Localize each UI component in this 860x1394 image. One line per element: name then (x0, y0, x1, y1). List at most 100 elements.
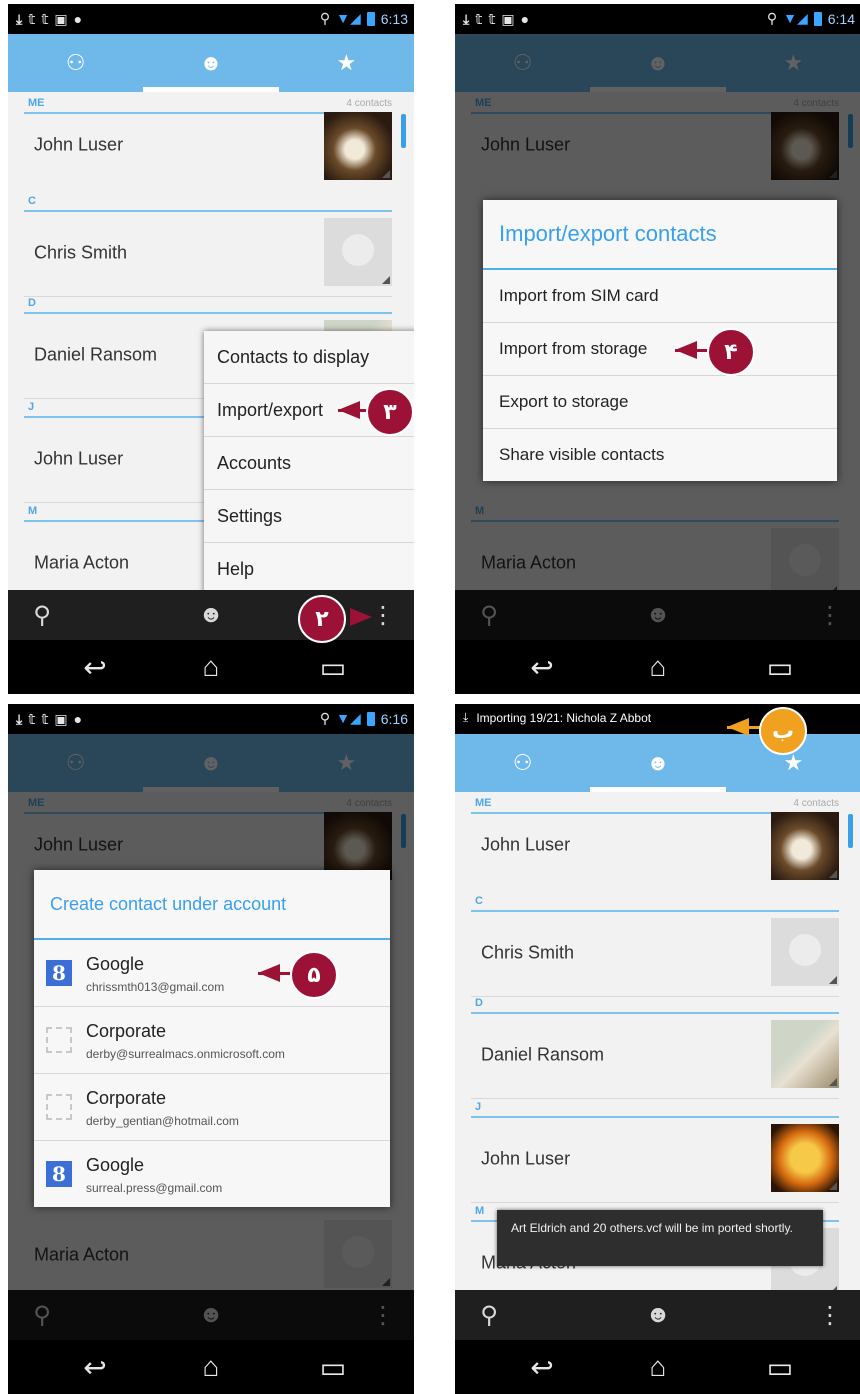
callout-4: ۴ (707, 328, 755, 376)
account-type: Google (86, 1155, 145, 1175)
callout-arrow (338, 401, 360, 419)
add-contact-icon[interactable]: ☻ (628, 1290, 688, 1340)
account-email: surreal.press@gmail.com (86, 1181, 223, 1195)
download-icon: ⤓ (463, 710, 469, 724)
home-icon[interactable]: ⌂ (176, 1340, 246, 1394)
clock: 6:16 (380, 710, 408, 727)
back-icon[interactable]: ↩ (60, 640, 130, 694)
account-dialog: Create contact under account 8 Google ch… (34, 870, 390, 1207)
signal-icon: ⚲ (766, 10, 778, 26)
corporate-icon (46, 1027, 72, 1053)
option-import-storage[interactable]: Import from storage (483, 323, 837, 376)
add-contact-icon[interactable]: ☻ (181, 590, 241, 640)
menu-item-help[interactable]: Help (204, 543, 414, 595)
contact-row[interactable]: John Luser (24, 112, 392, 180)
wifi-icon: ▼◢ (336, 710, 361, 726)
overflow-menu: Contacts to display Import/export Accoun… (204, 331, 414, 595)
section-header-me: ME 4 contacts (471, 792, 839, 814)
signal-icon: ⚲ (319, 710, 331, 726)
account-type: Google (86, 954, 145, 974)
wifi-icon: ▼◢ (336, 10, 361, 26)
callout-arrow (258, 964, 280, 982)
contact-name: Daniel Ransom (481, 1044, 605, 1065)
overflow-menu-icon[interactable]: ⋮ (800, 1290, 860, 1340)
menu-item-settings[interactable]: Settings (204, 490, 414, 543)
search-icon[interactable]: ⚲ (459, 1290, 519, 1340)
account-option-google[interactable]: 8 Google surreal.press@gmail.com (34, 1141, 390, 1207)
contact-row[interactable]: Chris Smith (471, 910, 839, 997)
recent-apps-icon[interactable]: ▭ (745, 1340, 815, 1394)
phone-screen-3: ⤓𝕥𝕥▣● ⚲ ▼◢ 6:16 ⚇ ☻ ★ ME 4 contacts John… (8, 704, 414, 1394)
recent-apps-icon[interactable]: ▭ (298, 640, 368, 694)
section-label: J (475, 1101, 482, 1113)
contact-photo[interactable] (324, 112, 392, 180)
option-share-visible[interactable]: Share visible contacts (483, 429, 837, 481)
tab-all-contacts[interactable]: ☻ (143, 34, 279, 92)
section-header-j: J (471, 1096, 839, 1118)
account-option-corporate[interactable]: Corporate derby_gentian@hotmail.com (34, 1074, 390, 1141)
back-icon[interactable]: ↩ (507, 640, 577, 694)
groups-icon: ⚇ (512, 750, 533, 775)
recent-apps-icon[interactable]: ▭ (298, 1340, 368, 1394)
tab-groups[interactable]: ⚇ (8, 34, 143, 92)
contact-name: Maria Acton (34, 552, 130, 573)
tab-favorites[interactable]: ★ (279, 34, 414, 92)
contact-name: John Luser (481, 1148, 571, 1169)
section-header-d: D (24, 292, 392, 314)
contact-photo[interactable] (771, 918, 839, 986)
notification-icons: ⤓ 𝕥 𝕥 ▣ ● (463, 11, 530, 27)
contact-photo[interactable] (771, 1124, 839, 1192)
contact-row[interactable]: Chris Smith (24, 210, 392, 297)
contact-photo[interactable] (324, 218, 392, 286)
status-right: ⚲ ▼◢ 6:13 (320, 10, 408, 27)
contact-row[interactable]: John Luser (471, 812, 839, 880)
phone-screen-2: ⤓𝕥𝕥▣● ⚲ ▼◢ 6:14 ⚇ ☻ ★ ME 4 contacts John… (455, 4, 860, 694)
contact-row[interactable]: Daniel Ransom (471, 1012, 839, 1099)
callout-arrow (675, 341, 697, 359)
section-header-c: C (24, 190, 392, 212)
back-icon[interactable]: ↩ (507, 1340, 577, 1394)
back-icon[interactable]: ↩ (60, 1340, 130, 1394)
home-icon[interactable]: ⌂ (623, 640, 693, 694)
section-label: M (28, 505, 38, 517)
callout-3: ٣ (366, 388, 414, 436)
battery-icon (366, 11, 375, 26)
option-import-sim[interactable]: Import from SIM card (483, 270, 837, 323)
corporate-icon (46, 1094, 72, 1120)
option-export-storage[interactable]: Export to storage (483, 376, 837, 429)
recent-apps-icon[interactable]: ▭ (745, 640, 815, 694)
status-bar: ⤓ 𝕥 𝕥 ▣ ● ⚲ ▼◢ 6:14 (455, 4, 860, 34)
status-bar: ⤓ 𝕥 𝕥 ▣ ● ⚲ ▼◢ 6:13 (8, 4, 414, 34)
tab-all-contacts[interactable]: ☻ (590, 734, 726, 792)
home-icon[interactable]: ⌂ (623, 1340, 693, 1394)
section-header-c: C (471, 890, 839, 912)
contact-row[interactable]: John Luser (471, 1116, 839, 1203)
account-email: derby_gentian@hotmail.com (86, 1114, 239, 1128)
scroll-indicator[interactable] (848, 814, 853, 848)
callout-2: ٢ (298, 595, 346, 643)
status-right: ⚲ ▼◢ 6:16 (320, 710, 408, 727)
tab-groups[interactable]: ⚇ (455, 734, 590, 792)
section-label: ME (475, 797, 492, 809)
menu-item-contacts-to-display[interactable]: Contacts to display (204, 331, 414, 384)
account-option-corporate[interactable]: Corporate derby@surrealmacs.onmicrosoft.… (34, 1007, 390, 1074)
clock: 6:14 (827, 10, 855, 27)
import-notification: ⤓ Importing 19/21: Nichola Z Abbot (463, 710, 651, 725)
scroll-indicator[interactable] (401, 114, 406, 148)
notification-icons: ⤓ 𝕥 𝕥 ▣ ● (16, 711, 83, 727)
account-email: derby@surrealmacs.onmicrosoft.com (86, 1047, 285, 1061)
google-icon: 8 (46, 1161, 72, 1187)
contact-count: 4 contacts (793, 798, 839, 809)
menu-item-accounts[interactable]: Accounts (204, 437, 414, 490)
contact-photo[interactable] (771, 812, 839, 880)
wifi-icon: ▼◢ (783, 10, 808, 26)
home-icon[interactable]: ⌂ (176, 640, 246, 694)
contact-name: Chris Smith (34, 242, 128, 263)
section-label: D (28, 297, 36, 309)
action-bar: ⚲ ☻ ⋮ (455, 1290, 860, 1340)
contact-photo[interactable] (771, 1020, 839, 1088)
section-header-me: ME 4 contacts (24, 92, 392, 114)
groups-icon: ⚇ (65, 50, 86, 75)
search-icon[interactable]: ⚲ (12, 590, 72, 640)
google-icon: 8 (46, 960, 72, 986)
